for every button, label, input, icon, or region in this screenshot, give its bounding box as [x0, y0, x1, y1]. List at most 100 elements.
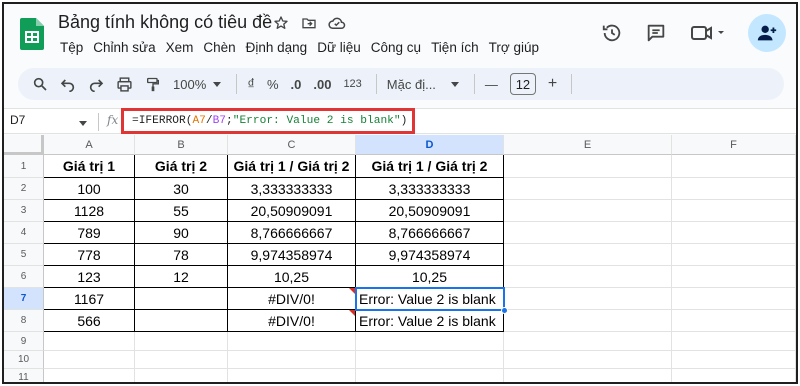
- cell-f2[interactable]: [672, 178, 796, 200]
- comment-icon[interactable]: [644, 21, 668, 45]
- menu-tools[interactable]: Công cụ: [367, 40, 427, 55]
- cloud-saved-icon[interactable]: [328, 14, 346, 32]
- increase-decimal-button[interactable]: .00: [313, 72, 331, 96]
- paint-format-icon[interactable]: [145, 72, 161, 96]
- menu-help[interactable]: Trợ giúp: [485, 40, 545, 55]
- cell-a11[interactable]: [44, 369, 135, 382]
- name-box[interactable]: D7: [10, 113, 25, 127]
- cell-d8[interactable]: Error: Value 2 is blank: [356, 310, 504, 332]
- row-header-3[interactable]: 3: [4, 200, 44, 222]
- cell-a5[interactable]: 778: [44, 244, 135, 266]
- cell-e10[interactable]: [504, 351, 672, 369]
- meet-icon[interactable]: [688, 21, 728, 45]
- error-indicator-icon[interactable]: [349, 288, 355, 294]
- column-header-f[interactable]: F: [672, 135, 796, 155]
- percent-format-button[interactable]: %: [267, 72, 279, 96]
- cell-b4[interactable]: 90: [135, 222, 228, 244]
- cell-b10[interactable]: [135, 351, 228, 369]
- cell-b8[interactable]: [135, 310, 228, 332]
- cell-a10[interactable]: [44, 351, 135, 369]
- row-header-8[interactable]: 8: [4, 310, 44, 332]
- currency-format-button[interactable]: ₫: [247, 72, 255, 96]
- sheets-logo-icon[interactable]: [20, 18, 44, 50]
- cell-e9[interactable]: [504, 332, 672, 351]
- cell-d4[interactable]: 8,766666667: [356, 222, 504, 244]
- column-header-b[interactable]: B: [135, 135, 228, 155]
- cell-a6[interactable]: 123: [44, 266, 135, 288]
- cell-f6[interactable]: [672, 266, 796, 288]
- cell-a7[interactable]: 1167: [44, 288, 135, 310]
- cell-f4[interactable]: [672, 222, 796, 244]
- cell-c4[interactable]: 8,766666667: [228, 222, 356, 244]
- decrease-font-size-button[interactable]: —: [485, 72, 498, 96]
- menu-extensions[interactable]: Tiện ích: [427, 40, 485, 55]
- cell-c9[interactable]: [228, 332, 356, 351]
- cell-d2[interactable]: 3,333333333: [356, 178, 504, 200]
- column-header-c[interactable]: C: [228, 135, 356, 155]
- print-icon[interactable]: [116, 72, 133, 96]
- menu-format[interactable]: Định dạng: [242, 40, 314, 55]
- cell-a1[interactable]: Giá trị 1: [44, 155, 135, 178]
- cell-f7[interactable]: [672, 288, 796, 310]
- cell-b1[interactable]: Giá trị 2: [135, 155, 228, 178]
- cell-c11[interactable]: [228, 369, 356, 382]
- menu-edit[interactable]: Chỉnh sửa: [89, 40, 161, 55]
- font-size-input[interactable]: 12: [509, 73, 536, 95]
- document-title[interactable]: Bảng tính không có tiêu đề: [58, 12, 272, 33]
- cell-c8[interactable]: #DIV/0!: [228, 310, 356, 332]
- cell-a4[interactable]: 789: [44, 222, 135, 244]
- cell-e3[interactable]: [504, 200, 672, 222]
- row-header-6[interactable]: 6: [4, 266, 44, 288]
- cell-b6[interactable]: 12: [135, 266, 228, 288]
- cell-b2[interactable]: 30: [135, 178, 228, 200]
- cell-d9[interactable]: [356, 332, 504, 351]
- formula-input[interactable]: =IFERROR(A7/B7;"Error: Value 2 is blank"…: [121, 108, 415, 134]
- cell-f3[interactable]: [672, 200, 796, 222]
- select-all-corner[interactable]: [4, 135, 44, 155]
- column-header-a[interactable]: A: [44, 135, 135, 155]
- cell-d5[interactable]: 9,974358974: [356, 244, 504, 266]
- cell-e4[interactable]: [504, 222, 672, 244]
- fill-handle[interactable]: [501, 307, 508, 314]
- search-menus-icon[interactable]: [32, 72, 48, 96]
- cell-a9[interactable]: [44, 332, 135, 351]
- cell-c6[interactable]: 10,25: [228, 266, 356, 288]
- cell-b5[interactable]: 78: [135, 244, 228, 266]
- row-header-2[interactable]: 2: [4, 178, 44, 200]
- cell-e6[interactable]: [504, 266, 672, 288]
- column-header-d[interactable]: D: [356, 135, 504, 155]
- cell-d7[interactable]: Error: Value 2 is blank: [356, 288, 504, 310]
- redo-icon[interactable]: [88, 72, 104, 96]
- history-icon[interactable]: [600, 21, 624, 45]
- font-select[interactable]: Mặc đị...: [387, 72, 460, 96]
- cell-b11[interactable]: [135, 369, 228, 382]
- row-header-10[interactable]: 10: [4, 351, 44, 369]
- cell-d6[interactable]: 10,25: [356, 266, 504, 288]
- cell-f9[interactable]: [672, 332, 796, 351]
- column-header-e[interactable]: E: [504, 135, 672, 155]
- cell-d3[interactable]: 20,50909091: [356, 200, 504, 222]
- cell-d10[interactable]: [356, 351, 504, 369]
- row-header-11[interactable]: 11: [4, 369, 44, 382]
- increase-font-size-button[interactable]: +: [548, 72, 557, 96]
- cell-c10[interactable]: [228, 351, 356, 369]
- cell-c3[interactable]: 20,50909091: [228, 200, 356, 222]
- menu-insert[interactable]: Chèn: [199, 40, 241, 55]
- cell-f11[interactable]: [672, 369, 796, 382]
- row-header-9[interactable]: 9: [4, 332, 44, 351]
- cell-a8[interactable]: 566: [44, 310, 135, 332]
- cell-f1[interactable]: [672, 155, 796, 178]
- cell-c2[interactable]: 3,333333333: [228, 178, 356, 200]
- cell-f8[interactable]: [672, 310, 796, 332]
- cell-e7[interactable]: [504, 288, 672, 310]
- menu-data[interactable]: Dữ liệu: [313, 40, 367, 55]
- number-format-button[interactable]: 123: [343, 72, 361, 96]
- cell-b9[interactable]: [135, 332, 228, 351]
- cell-e5[interactable]: [504, 244, 672, 266]
- menu-view[interactable]: Xem: [162, 40, 200, 55]
- undo-icon[interactable]: [60, 72, 76, 96]
- cell-a2[interactable]: 100: [44, 178, 135, 200]
- share-avatar-icon[interactable]: [748, 14, 786, 52]
- menu-file[interactable]: Tệp: [56, 40, 89, 55]
- cell-b3[interactable]: 55: [135, 200, 228, 222]
